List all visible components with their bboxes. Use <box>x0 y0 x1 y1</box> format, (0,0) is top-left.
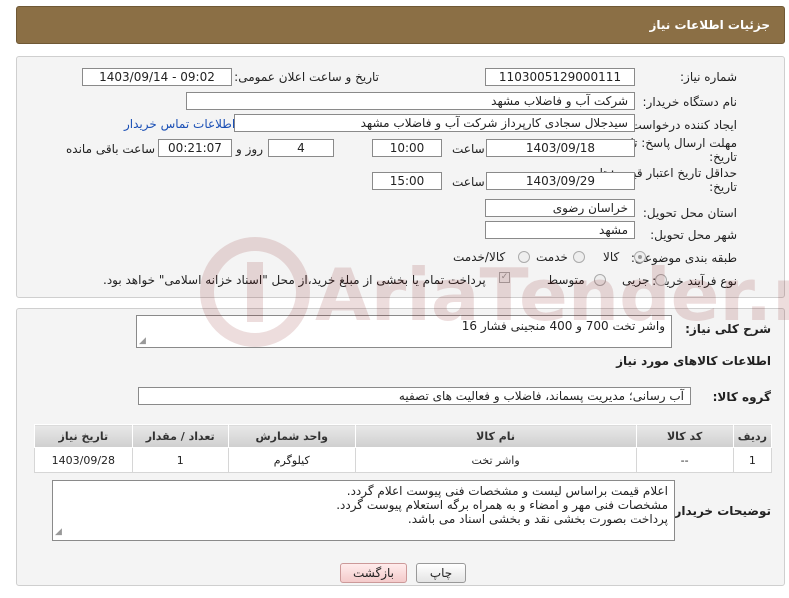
purchase-option-minor: جزیی <box>622 273 650 287</box>
reply-deadline-time-label: ساعت <box>452 142 485 156</box>
goods-table-header: ردیف کد کالا نام کالا واحد شمارش تعداد /… <box>34 424 773 448</box>
reply-days-field: 4 <box>268 139 334 157</box>
buyer-notes-field: اعلام قیمت براساس لیست و مشخصات فنی پیوس… <box>52 480 675 541</box>
page-header: جزئیات اطلاعات نیاز <box>16 6 785 44</box>
need-number-field: 1103005129000111 <box>485 68 635 86</box>
category-radio-goods[interactable] <box>634 251 646 263</box>
col-code: کد کالا <box>635 424 734 448</box>
buyer-note-line: اعلام قیمت براساس لیست و مشخصات فنی پیوس… <box>346 484 668 498</box>
category-radio-goods-service[interactable] <box>518 251 530 263</box>
resize-grip-icon[interactable]: ◢ <box>139 336 146 346</box>
col-date: تاریخ نیاز <box>34 424 133 448</box>
remaining-time-field: 00:21:07 <box>158 139 232 157</box>
announce-datetime-field: 1403/09/14 - 09:02 <box>82 68 232 86</box>
cell-qty: 1 <box>131 447 229 473</box>
reply-deadline-label-date: تاریخ: <box>709 150 737 164</box>
need-number-label: شماره نیاز: <box>680 70 737 84</box>
treasury-payment-checkbox[interactable]: ✓ <box>499 272 510 283</box>
treasury-payment-note: پرداخت تمام یا بخشی از مبلغ خرید،از محل … <box>103 273 486 287</box>
purchase-option-medium: متوسط <box>547 273 585 287</box>
cell-name: واشر تخت <box>354 447 637 473</box>
cell-date: 1403/09/28 <box>34 447 133 473</box>
purchase-radio-minor[interactable] <box>655 274 667 286</box>
buyer-org-label: نام دستگاه خریدار: <box>642 95 738 109</box>
buyer-note-line: پرداخت بصورت بخشی نقد و بخشی اسناد می با… <box>407 512 668 526</box>
category-option-goods: کالا <box>603 250 620 264</box>
page-title: جزئیات اطلاعات نیاز <box>649 18 770 32</box>
goods-table: ردیف کد کالا نام کالا واحد شمارش تعداد /… <box>34 424 773 473</box>
announce-datetime-label: تاریخ و ساعت اعلان عمومی: <box>234 70 379 84</box>
buyer-notes-label: توضیحات خریدار: <box>669 504 771 518</box>
col-qty: تعداد / مقدار <box>131 424 229 448</box>
back-button[interactable]: بازگشت <box>340 563 407 583</box>
cell-row: 1 <box>732 447 773 473</box>
description-text: واشر تخت 700 و 400 منجینی فشار 16 <box>461 319 665 333</box>
goods-group-label: گروه کالا: <box>712 390 771 404</box>
resize-grip-icon[interactable]: ◢ <box>55 525 62 539</box>
cell-code: -- <box>635 447 734 473</box>
category-radio-service[interactable] <box>573 251 585 263</box>
buyer-note-line: مشخصات فنی مهر و امضاء و به همراه برگه ا… <box>336 498 668 512</box>
buyer-org-field: شرکت آب و فاضلاب مشهد <box>186 92 635 110</box>
goods-info-title: اطلاعات کالاهای مورد نیاز <box>616 354 771 368</box>
creator-label: ایجاد کننده درخواست: <box>626 118 737 132</box>
price-validity-date-field: 1403/09/29 <box>486 172 635 190</box>
reply-days-label: روز و <box>236 142 263 156</box>
price-validity-time-field: 15:00 <box>372 172 442 190</box>
print-button[interactable]: چاپ <box>416 563 466 583</box>
reply-deadline-time-field: 10:00 <box>372 139 442 157</box>
category-option-goods-service: کالا/خدمت <box>453 250 506 264</box>
table-row: 1 -- واشر تخت کیلوگرم 1 1403/09/28 <box>34 447 773 473</box>
goods-group-field: آب رسانی؛ مدیریت پسماند، فاضلاب و فعالیت… <box>138 387 691 405</box>
description-label: شرح کلی نیاز: <box>685 322 771 336</box>
buyer-contact-link[interactable]: اطلاعات تماس خریدار <box>124 117 235 131</box>
col-name: نام کالا <box>354 424 637 448</box>
description-field: واشر تخت 700 و 400 منجینی فشار 16 ◢ <box>136 315 672 348</box>
category-label: طبقه بندی موضوعی: <box>630 251 737 265</box>
reply-deadline-date-field: 1403/09/18 <box>486 139 635 157</box>
city-label: شهر محل تحویل: <box>650 228 737 242</box>
price-validity-label-date: تاریخ: <box>709 180 737 194</box>
col-row: ردیف <box>732 424 773 448</box>
cell-unit: کیلوگرم <box>227 447 356 473</box>
remaining-time-label: ساعت باقی مانده <box>66 142 156 156</box>
category-option-service: خدمت <box>536 250 568 264</box>
reply-deadline-label: مهلت ارسال پاسخ: تا <box>630 136 737 150</box>
creator-field: سیدجلال سجادی کارپرداز شرکت آب و فاضلاب … <box>234 114 635 132</box>
col-unit: واحد شمارش <box>227 424 356 448</box>
province-label: استان محل تحویل: <box>642 206 737 220</box>
city-field: مشهد <box>485 221 635 239</box>
purchase-radio-medium[interactable] <box>594 274 606 286</box>
price-validity-time-label: ساعت <box>452 175 485 189</box>
province-field: خراسان رضوی <box>485 199 635 217</box>
